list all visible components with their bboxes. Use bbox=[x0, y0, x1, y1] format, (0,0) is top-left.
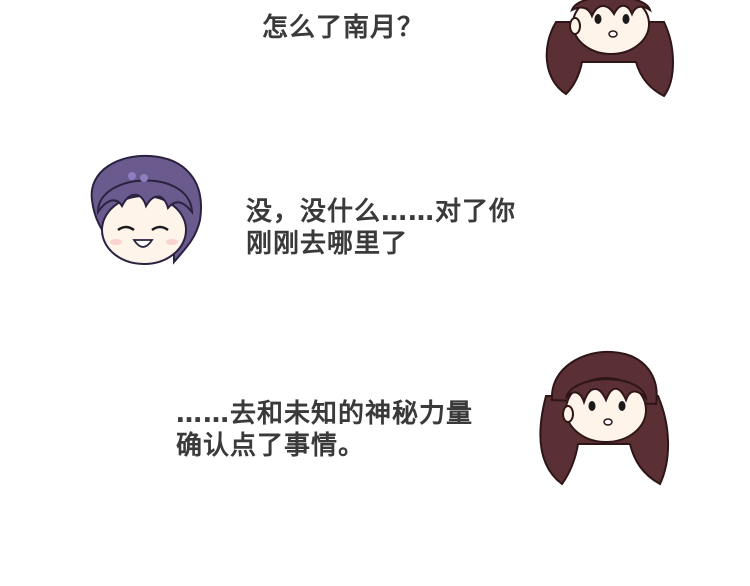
brown-hair-girl-speaking-icon bbox=[539, 350, 669, 486]
dialogue-line-2b: 刚刚去哪里了 bbox=[246, 229, 409, 259]
dialogue-line-1: 怎么了南月？ bbox=[262, 13, 425, 43]
dialogue-line-2a: 没，没什么……对了你 bbox=[246, 197, 517, 227]
brown-hair-girl-surprised-icon bbox=[545, 0, 674, 98]
dialogue-line-3b: 确认点了事情。 bbox=[176, 431, 366, 461]
purple-hair-girl-smiling-icon bbox=[90, 154, 202, 265]
comic-panel: 怎么了南月？ 没，没什么……对了你 刚刚去哪里了 ……去和未知的神秘力量 确认点… bbox=[0, 0, 750, 586]
dialogue-line-3a: ……去和未知的神秘力量 bbox=[176, 399, 474, 429]
